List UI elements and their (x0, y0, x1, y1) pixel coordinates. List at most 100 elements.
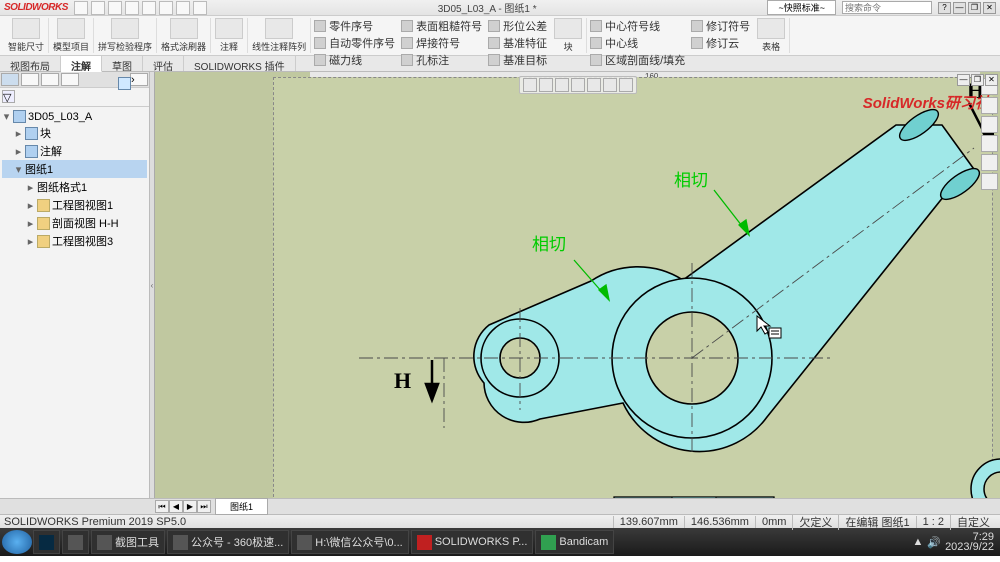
revision-symbol-icon (691, 20, 703, 32)
taskbar-item-bandicam[interactable]: Bandicam (535, 530, 614, 554)
design-library-icon[interactable] (981, 97, 998, 114)
block-button[interactable] (554, 18, 582, 39)
watermark-text: SolidWorks研习社 (863, 92, 990, 113)
sheet-next-icon[interactable]: ▶ (183, 500, 197, 513)
status-coord-y: 146.536mm (684, 516, 755, 528)
tables-label: 表格 (762, 40, 780, 53)
zoom-fit-icon[interactable] (523, 78, 537, 92)
feature-tree[interactable]: ▾3D05_L03_A ▸块 ▸注解 ▾图纸1 ▸图纸格式1 ▸工程图视图1 ▸… (0, 107, 149, 498)
tree-annotations[interactable]: ▸注解 (2, 142, 147, 160)
tree-sheet1[interactable]: ▾图纸1 (2, 160, 147, 178)
revision-symbol-button[interactable]: 修订符号 (691, 18, 750, 34)
display-style-icon[interactable] (587, 78, 601, 92)
gtol-button[interactable]: 形位公差 (488, 18, 547, 34)
view-palette-icon[interactable] (981, 135, 998, 152)
mdi-close-icon[interactable]: ✕ (985, 74, 998, 86)
linear-pattern-button[interactable] (265, 18, 293, 39)
taskbar-item-photoshop[interactable] (33, 530, 60, 554)
drawing-canvas[interactable]: 160 (155, 72, 1000, 498)
sheet-tab-1[interactable]: 图纸1 (215, 498, 268, 515)
qat-new-icon[interactable] (74, 1, 88, 15)
hole-callout-button[interactable]: 孔标注 (401, 52, 482, 68)
area-hatch-button[interactable]: 区域剖面线/填充 (590, 52, 685, 68)
centerline-icon (590, 37, 602, 49)
config-manager-icon[interactable] (41, 73, 59, 86)
display-state-dropdown[interactable]: ~快照标准~ (767, 0, 836, 15)
mdi-minimize-icon[interactable]: — (957, 74, 970, 86)
system-tray[interactable]: ▲ 🔊 7:29 2023/9/22 (908, 532, 998, 552)
status-coord-x: 139.607mm (613, 516, 684, 528)
dimxpert-icon[interactable] (61, 73, 79, 86)
weld-symbol-button[interactable]: 焊接符号 (401, 35, 482, 51)
qat-print-icon[interactable] (125, 1, 139, 15)
taskbar-item-snip[interactable]: 截图工具 (91, 530, 165, 554)
format-painter-label: 格式涂刷器 (161, 40, 206, 53)
magnetic-line-button[interactable]: 磁力线 (314, 52, 395, 68)
datum-target-button[interactable]: 基准目标 (488, 52, 547, 68)
appearances-icon[interactable] (981, 154, 998, 171)
taskbar-item-solidworks[interactable]: SOLIDWORKS P... (411, 530, 534, 554)
drawing-sheet[interactable]: H H 相切 相切 (273, 77, 993, 498)
zoom-area-icon[interactable] (539, 78, 553, 92)
tree-view3[interactable]: ▸工程图视图3 (2, 232, 147, 250)
auto-balloon-icon (314, 37, 326, 49)
tray-network-icon[interactable]: ▲ (912, 536, 923, 548)
taskbar-item-explorer[interactable]: H:\微信公众号\0... (291, 530, 408, 554)
feature-tree-icon[interactable] (1, 73, 19, 86)
status-scale[interactable]: 1 : 2 (916, 516, 950, 528)
qat-open-icon[interactable] (91, 1, 105, 15)
sheet-last-icon[interactable]: ⏭ (197, 500, 211, 513)
section-view-icon[interactable] (571, 78, 585, 92)
qat-save-icon[interactable] (108, 1, 122, 15)
custom-props-icon[interactable] (981, 173, 998, 190)
smart-dimension-button[interactable] (12, 18, 40, 39)
search-input[interactable] (842, 1, 932, 14)
note-button[interactable] (215, 18, 243, 39)
panel-expand-icon[interactable]: › (130, 73, 148, 86)
property-manager-icon[interactable] (21, 73, 39, 86)
qat-redo-icon[interactable] (159, 1, 173, 15)
taskbar-item-pin1[interactable] (62, 530, 89, 554)
balloon-button[interactable]: 零件序号 (314, 18, 395, 34)
qat-undo-icon[interactable] (142, 1, 156, 15)
tray-sound-icon[interactable]: 🔊 (927, 536, 941, 549)
minimize-icon[interactable]: — (953, 2, 966, 14)
datum-feature-button[interactable]: 基准特征 (488, 35, 547, 51)
tree-block[interactable]: ▸块 (2, 124, 147, 142)
model-items-button[interactable] (57, 18, 85, 39)
tab-addins[interactable]: SOLIDWORKS 插件 (184, 56, 296, 71)
centerline-button[interactable]: 中心线 (590, 35, 685, 51)
sheet-prev-icon[interactable]: ◀ (169, 500, 183, 513)
format-painter-button[interactable] (170, 18, 198, 39)
tab-view-layout[interactable]: 视图布局 (0, 56, 61, 71)
tree-view1[interactable]: ▸工程图视图1 (2, 196, 147, 214)
hide-show-icon[interactable] (603, 78, 617, 92)
status-custom[interactable]: 自定义 (950, 514, 996, 530)
close-icon[interactable]: ✕ (983, 2, 996, 14)
revision-cloud-button[interactable]: 修订云 (691, 35, 750, 51)
start-button[interactable] (2, 530, 32, 554)
file-explorer-icon[interactable] (981, 116, 998, 133)
tab-evaluate[interactable]: 评估 (143, 56, 184, 71)
edit-appearance-icon[interactable] (619, 78, 633, 92)
tree-sheet-format[interactable]: ▸图纸格式1 (2, 178, 147, 196)
qat-options-icon[interactable] (176, 1, 190, 15)
qat-rebuild-icon[interactable] (193, 1, 207, 15)
mdi-restore-icon[interactable]: ❐ (971, 74, 984, 86)
prev-view-icon[interactable] (555, 78, 569, 92)
help-icon[interactable]: ? (938, 2, 951, 14)
maximize-icon[interactable]: ❐ (968, 2, 981, 14)
auto-balloon-button[interactable]: 自动零件序号 (314, 35, 395, 51)
sheet-first-icon[interactable]: ⏮ (155, 500, 169, 513)
tables-button[interactable] (757, 18, 785, 39)
taskbar-item-browser[interactable]: 公众号 - 360极速... (167, 530, 289, 554)
tab-annotation[interactable]: 注解 (61, 56, 102, 72)
tree-root[interactable]: ▾3D05_L03_A (2, 109, 147, 124)
tab-sketch[interactable]: 草图 (102, 56, 143, 71)
surface-finish-button[interactable]: 表面粗糙符号 (401, 18, 482, 34)
center-mark-button[interactable]: 中心符号线 (590, 18, 685, 34)
spell-check-button[interactable] (111, 18, 139, 39)
area-hatch-icon (590, 54, 602, 66)
filter-icon[interactable]: ▽ (2, 90, 15, 103)
tree-section-hh[interactable]: ▸剖面视图 H-H (2, 214, 147, 232)
